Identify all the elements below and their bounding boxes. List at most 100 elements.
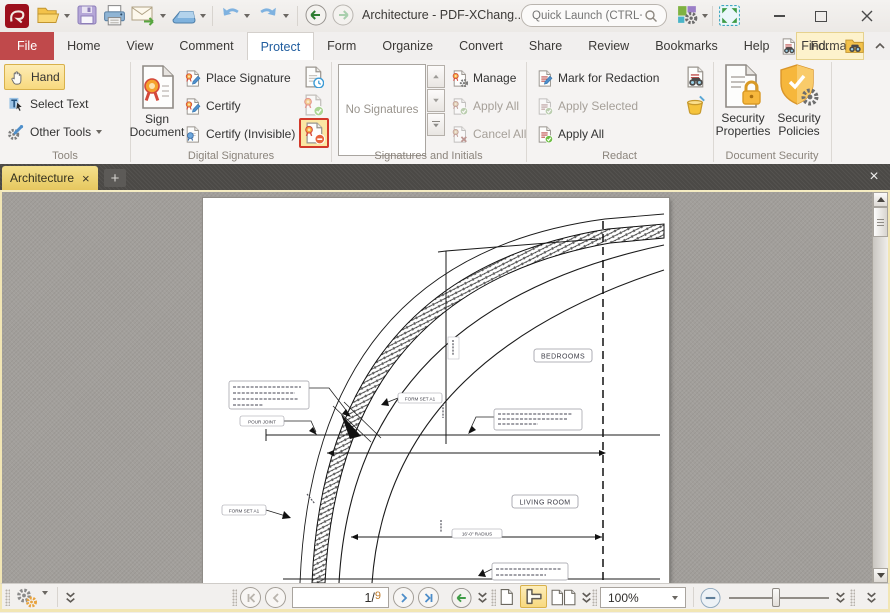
timestamp-document-button[interactable] bbox=[299, 63, 327, 91]
fit-width-layout-button[interactable] bbox=[520, 585, 547, 608]
scan-dropdown-caret[interactable] bbox=[200, 14, 206, 18]
search-and-redact-button[interactable] bbox=[681, 63, 709, 91]
find-document-icon bbox=[780, 38, 797, 55]
scan-button[interactable] bbox=[171, 4, 197, 27]
open-file-button[interactable] bbox=[36, 4, 61, 26]
document-tab-architecture[interactable]: Architecture × bbox=[2, 166, 98, 190]
previous-page-button[interactable] bbox=[265, 587, 286, 608]
signatures-scroll-down-button[interactable] bbox=[427, 89, 445, 112]
zoom-more-button[interactable] bbox=[835, 591, 846, 604]
minimize-button[interactable] bbox=[764, 6, 794, 26]
tab-comment[interactable]: Comment bbox=[166, 32, 246, 60]
certify-button[interactable]: Certify bbox=[180, 94, 245, 118]
scrollbar-thumb[interactable] bbox=[873, 207, 888, 237]
quick-launch-input[interactable] bbox=[530, 9, 644, 23]
find-button[interactable]: Find... bbox=[780, 38, 836, 55]
print-button[interactable] bbox=[102, 4, 127, 27]
sign-document-button[interactable]: Sign Document bbox=[131, 64, 183, 139]
scroll-down-button[interactable] bbox=[873, 568, 888, 583]
quick-launch-box[interactable] bbox=[521, 4, 667, 27]
manage-signatures-button[interactable]: Manage bbox=[447, 66, 520, 90]
toolbar-grip[interactable] bbox=[491, 589, 496, 606]
save-button[interactable] bbox=[76, 4, 98, 26]
validate-signatures-button[interactable] bbox=[299, 91, 327, 119]
zoom-slider-handle[interactable] bbox=[772, 588, 780, 607]
tab-help[interactable]: Help bbox=[731, 32, 783, 60]
search-folder-icon[interactable] bbox=[844, 37, 866, 56]
page-number-box[interactable]: 1/9 bbox=[292, 587, 389, 608]
app-logo-icon[interactable] bbox=[5, 4, 29, 28]
status-options-caret[interactable] bbox=[42, 595, 48, 613]
email-button[interactable] bbox=[131, 4, 157, 26]
open-dropdown-caret[interactable] bbox=[64, 14, 70, 18]
zoom-level-select[interactable]: 100% bbox=[600, 587, 686, 608]
email-dropdown-caret[interactable] bbox=[160, 14, 166, 18]
undo-dropdown-caret[interactable] bbox=[244, 14, 250, 18]
toolbar-separator bbox=[297, 6, 298, 26]
tab-protect[interactable]: Protect bbox=[247, 32, 315, 60]
signatures-more-button[interactable] bbox=[427, 113, 445, 136]
nav-forward-button[interactable] bbox=[332, 4, 354, 26]
security-policies-button[interactable]: Security Policies bbox=[773, 63, 825, 138]
toolbar-grip[interactable] bbox=[232, 589, 237, 606]
hand-tool-button[interactable]: Hand bbox=[4, 64, 65, 90]
tab-bookmarks[interactable]: Bookmarks bbox=[642, 32, 731, 60]
redo-dropdown-caret[interactable] bbox=[283, 14, 289, 18]
next-page-button[interactable] bbox=[393, 587, 414, 608]
single-page-layout-button[interactable] bbox=[499, 588, 514, 606]
close-button[interactable] bbox=[852, 6, 882, 26]
toolbar-grip[interactable] bbox=[592, 589, 597, 606]
clear-signatures-button[interactable] bbox=[299, 118, 329, 148]
close-document-icon[interactable]: × bbox=[864, 168, 884, 186]
tab-convert[interactable]: Convert bbox=[446, 32, 516, 60]
first-page-button[interactable] bbox=[240, 587, 261, 608]
tab-home[interactable]: Home bbox=[54, 32, 113, 60]
tab-organize[interactable]: Organize bbox=[369, 32, 446, 60]
cancel-all-signatures-button[interactable]: Cancel All bbox=[447, 122, 530, 146]
maximize-button[interactable] bbox=[806, 6, 836, 26]
apply-selected-redactions-button[interactable]: Apply Selected bbox=[532, 94, 642, 118]
ui-options-button[interactable] bbox=[676, 4, 699, 25]
collapse-ribbon-icon[interactable] bbox=[874, 42, 886, 50]
two-page-layout-button[interactable] bbox=[550, 588, 577, 607]
place-signature-button[interactable]: Place Signature bbox=[180, 66, 295, 90]
history-more-button[interactable] bbox=[477, 591, 488, 604]
document-viewport[interactable]: BEDROOMS LIVING ROOM FORM SET A1 FORM SE… bbox=[0, 190, 890, 583]
undo-button[interactable] bbox=[220, 4, 241, 23]
pdf-page[interactable]: BEDROOMS LIVING ROOM FORM SET A1 FORM SE… bbox=[203, 198, 669, 583]
new-tab-button[interactable]: + bbox=[104, 169, 126, 187]
toolbar-grip[interactable] bbox=[5, 589, 10, 606]
zoom-out-button[interactable] bbox=[700, 587, 721, 608]
redo-button[interactable] bbox=[258, 4, 279, 23]
toolbar-grip[interactable] bbox=[850, 589, 855, 606]
scroll-up-button[interactable] bbox=[873, 192, 888, 207]
apply-all-signatures-label: Apply All bbox=[473, 99, 519, 113]
label-form-set-top: FORM SET A1 bbox=[405, 396, 436, 401]
sanitize-document-button[interactable] bbox=[681, 91, 709, 119]
nav-back-button[interactable] bbox=[305, 4, 327, 26]
fullscreen-button[interactable] bbox=[718, 4, 741, 27]
tab-file[interactable]: File bbox=[0, 32, 54, 60]
history-back-button[interactable] bbox=[451, 587, 472, 608]
security-properties-button[interactable]: Security Properties bbox=[715, 63, 771, 138]
tab-share[interactable]: Share bbox=[516, 32, 575, 60]
mark-for-redaction-button[interactable]: Mark for Redaction bbox=[532, 66, 663, 90]
select-text-button[interactable]: Select Text bbox=[4, 92, 92, 116]
vertical-scrollbar[interactable] bbox=[872, 192, 888, 583]
panes-more-button[interactable] bbox=[866, 591, 877, 604]
apply-all-redactions-button[interactable]: Apply All bbox=[532, 122, 608, 146]
certify-invisible-button[interactable]: Certify (Invisible) bbox=[180, 122, 299, 146]
layout-more-button[interactable] bbox=[581, 591, 592, 604]
tab-form[interactable]: Form bbox=[314, 32, 369, 60]
ui-options-caret[interactable] bbox=[702, 14, 708, 18]
expand-panes-button[interactable] bbox=[65, 591, 76, 604]
status-options-button[interactable] bbox=[14, 587, 39, 609]
apply-all-signatures-button[interactable]: Apply All bbox=[447, 94, 523, 118]
signatures-listbox[interactable]: No Signatures bbox=[338, 64, 426, 156]
tab-review[interactable]: Review bbox=[575, 32, 642, 60]
last-page-button[interactable] bbox=[418, 587, 439, 608]
document-tab-close-icon[interactable]: × bbox=[82, 172, 90, 185]
tab-view[interactable]: View bbox=[114, 32, 167, 60]
signatures-scroll-up-button[interactable] bbox=[427, 65, 445, 88]
other-tools-button[interactable]: Other Tools bbox=[4, 120, 106, 144]
